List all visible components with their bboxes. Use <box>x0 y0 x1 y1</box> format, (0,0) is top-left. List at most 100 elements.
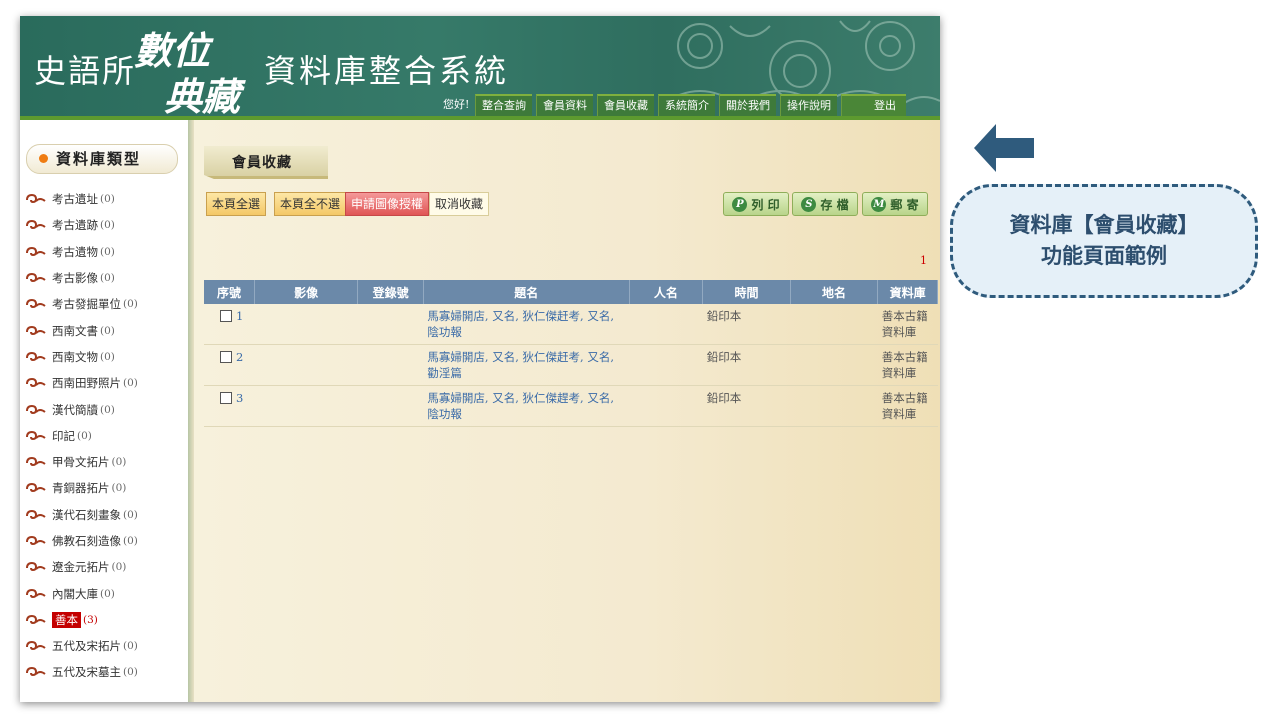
sidebar-item-label: 內閣大庫 <box>52 586 98 601</box>
row-checkbox[interactable] <box>220 351 232 363</box>
cell-image <box>254 385 358 427</box>
cloud-scroll-icon <box>26 378 46 388</box>
sidebar-item[interactable]: 考古發掘單位 (0) <box>26 291 138 317</box>
print-button[interactable]: P列 印 <box>723 192 789 216</box>
sidebar-item-count: (0) <box>100 403 115 416</box>
cloud-scroll-icon <box>26 614 46 624</box>
sidebar-item-count: (0) <box>111 482 127 495</box>
print-label: 列 印 <box>751 197 780 212</box>
row-seq-link[interactable]: 2 <box>236 350 243 364</box>
sidebar-item-label: 五代及宋拓片 <box>52 639 121 654</box>
main-nav: 整合查詢 會員資料 會員收藏 系統簡介 關於我們 操作說明 登出 <box>475 94 906 116</box>
sidebar-item[interactable]: 青銅器拓片 (0) <box>26 475 138 501</box>
sidebar-item-count: (0) <box>123 298 138 311</box>
sidebar-item-label: 善本 <box>52 611 81 628</box>
save-icon: S <box>801 196 817 212</box>
col-database: 資料庫 <box>877 280 938 304</box>
sidebar-item[interactable]: 西南田野照片 (0) <box>26 370 138 396</box>
nav-member-favorites[interactable]: 會員收藏 <box>597 94 654 116</box>
sidebar-item[interactable]: 善本 (3) <box>26 607 138 633</box>
cell-place <box>790 344 878 386</box>
logo-system-name: 資料庫整合系統 <box>264 52 510 90</box>
deselect-all-button[interactable]: 本頁全不選 <box>274 192 347 216</box>
sidebar-item-count: (0) <box>123 508 138 521</box>
sidebar-item[interactable]: 內閣大庫 (0) <box>26 580 138 606</box>
cell-image <box>254 304 358 345</box>
sidebar-item-label: 佛教石刻造像 <box>52 534 121 548</box>
cloud-scroll-icon <box>26 509 46 519</box>
sidebar-item-label: 漢代石刻畫象 <box>52 507 121 522</box>
main-content: 會員收藏 本頁全選 本頁全不選 申請圖像授權 取消收藏 P列 印 S存 檔 M郵… <box>194 120 940 702</box>
cell-reg-no <box>357 304 424 345</box>
nav-member-profile[interactable]: 會員資料 <box>536 94 593 116</box>
logo-institute: 史語所 <box>34 52 137 90</box>
sidebar-item[interactable]: 西南文物 (0) <box>26 344 138 370</box>
sidebar-item-label: 西南文物 <box>52 349 98 364</box>
sidebar-item-label: 考古遺跡 <box>52 218 98 233</box>
cell-time: 鉛印本 <box>702 344 791 386</box>
page-title: 會員收藏 <box>204 146 328 179</box>
annotation-line-1: 資料庫【會員收藏】 <box>1009 213 1199 237</box>
sidebar-item-label: 考古影像 <box>52 271 98 286</box>
request-image-auth-button[interactable]: 申請圖像授權 <box>345 192 430 216</box>
cell-title-link[interactable]: 馬寡婦開店, 又名, 狄仁傑赶考, 又名, 勸淫篇 <box>423 344 630 386</box>
sidebar-item[interactable]: 考古影像 (0) <box>26 265 138 291</box>
database-type-label: 資料庫類型 <box>56 150 142 168</box>
nav-about-us[interactable]: 關於我們 <box>719 94 776 116</box>
sidebar-item[interactable]: 漢代簡牘 (0) <box>26 396 138 422</box>
sidebar-item[interactable]: 西南文書 (0) <box>26 317 138 343</box>
sidebar-item-count: (0) <box>123 535 138 547</box>
sidebar: 資料庫類型 考古遺址 (0) 考古遺跡 (0) 考古遺物 (0) 考古影像 (0) 考古發掘單位… <box>20 120 189 702</box>
left-arrow-icon <box>974 124 1034 172</box>
sidebar-item[interactable]: 佛教石刻造像 (0) <box>26 528 138 554</box>
sidebar-item[interactable]: 考古遺址 (0) <box>26 186 138 212</box>
print-icon: P <box>732 196 748 212</box>
row-checkbox[interactable] <box>220 310 232 322</box>
select-all-button[interactable]: 本頁全選 <box>206 192 267 216</box>
database-type-heading: 資料庫類型 <box>26 144 178 174</box>
sidebar-item-label: 西南田野照片 <box>52 376 121 391</box>
col-reg-no: 登錄號 <box>357 280 424 304</box>
sidebar-item[interactable]: 印記 (0) <box>26 423 138 449</box>
sidebar-item-label: 西南文書 <box>52 323 98 338</box>
cell-reg-no <box>357 385 424 427</box>
nav-integrated-search[interactable]: 整合查詢 <box>475 94 532 116</box>
sidebar-item[interactable]: 甲骨文拓片 (0) <box>26 449 138 475</box>
cloud-scroll-icon <box>26 535 46 546</box>
cloud-scroll-icon <box>26 667 46 677</box>
sidebar-item[interactable]: 考古遺物 (0) <box>26 239 138 265</box>
row-seq-link[interactable]: 1 <box>236 309 243 323</box>
cloud-scroll-icon <box>26 562 46 572</box>
logout-button[interactable]: 登出 <box>841 94 906 116</box>
save-button[interactable]: S存 檔 <box>792 192 858 216</box>
save-label: 存 檔 <box>820 197 849 212</box>
sidebar-item-label: 考古發掘單位 <box>52 297 121 312</box>
cell-database: 善本古籍資料庫 <box>877 344 938 386</box>
row-checkbox[interactable] <box>220 392 232 404</box>
sidebar-item-label: 甲骨文拓片 <box>52 455 110 470</box>
cell-seq: 1 <box>204 304 255 345</box>
sidebar-item[interactable]: 五代及宋墓主 (0) <box>26 659 138 685</box>
sidebar-item-label: 印記 <box>52 428 75 443</box>
sidebar-item[interactable]: 遼金元拓片 (0) <box>26 554 138 580</box>
cloud-scroll-icon <box>26 404 46 414</box>
sidebar-item-count: (3) <box>83 613 98 626</box>
sidebar-item[interactable]: 五代及宋拓片 (0) <box>26 633 138 659</box>
page-number-link[interactable]: 1 <box>920 254 927 267</box>
col-title: 題名 <box>423 280 630 304</box>
mail-button[interactable]: M郵 寄 <box>862 192 928 216</box>
nav-instructions[interactable]: 操作說明 <box>780 94 837 116</box>
sidebar-item[interactable]: 考古遺跡 (0) <box>26 212 138 238</box>
row-seq-link[interactable]: 3 <box>236 391 243 405</box>
cancel-favorite-button[interactable]: 取消收藏 <box>429 192 490 216</box>
nav-system-intro[interactable]: 系統簡介 <box>658 94 715 116</box>
cell-database: 善本古籍資料庫 <box>877 304 938 345</box>
browser-page: 史語所 數位 典藏 資料庫整合系統 您好! 整合查詢 會員資料 會員收藏 系統簡… <box>20 16 940 702</box>
cell-image <box>254 344 358 386</box>
sidebar-item[interactable]: 漢代石刻畫象 (0) <box>26 502 138 528</box>
cloud-scroll-icon <box>26 220 46 230</box>
sidebar-item-count: (0) <box>77 429 92 442</box>
cell-title-link[interactable]: 馬寡婦開店, 又名, 狄仁傑赶考, 又名, 陰功報 <box>423 304 630 345</box>
cell-title-link[interactable]: 馬寡婦開店, 又名, 狄仁傑趕考, 又名, 陰功報 <box>423 385 630 427</box>
mail-label: 郵 寄 <box>890 197 919 212</box>
